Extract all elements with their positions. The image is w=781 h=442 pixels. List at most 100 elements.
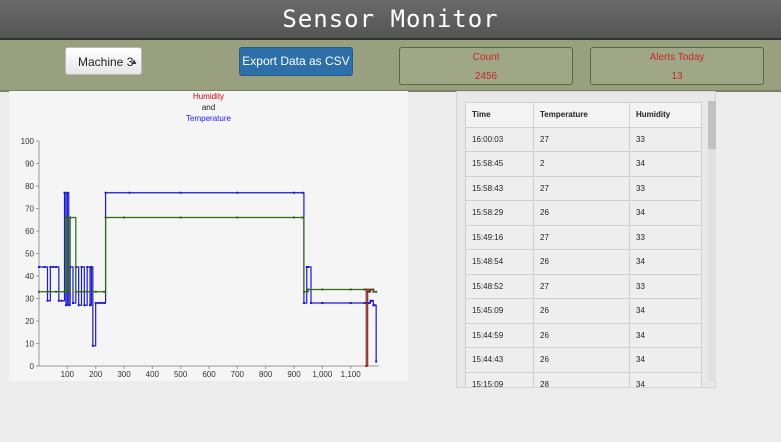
data-point — [363, 302, 366, 304]
data-point — [74, 290, 77, 293]
y-tick-label: 50 — [25, 250, 34, 259]
column-header-time[interactable]: Time — [465, 102, 534, 128]
cell-humidity: 33 — [629, 126, 702, 152]
legend-and: and — [201, 103, 216, 112]
x-tick-label: 600 — [202, 370, 216, 379]
data-point — [179, 191, 182, 194]
data-point — [236, 216, 239, 219]
table-row[interactable]: 15:45:09 26 34 — [465, 298, 702, 324]
data-point — [375, 290, 378, 293]
table-row[interactable]: 15:58:45 2 34 — [465, 151, 702, 177]
table-row[interactable]: 15:44:59 26 34 — [465, 322, 702, 348]
x-tick-label: 500 — [174, 370, 188, 379]
data-point — [69, 216, 72, 219]
readings-table: Time Temperature Humidity 16:00:03 27 33 15… — [465, 102, 702, 387]
data-point — [310, 302, 312, 304]
data-point — [55, 290, 57, 293]
count-panel: Count 2456 — [399, 47, 573, 85]
data-point — [77, 304, 80, 307]
chevron-down-icon: ▲ — [130, 57, 138, 66]
x-tick-label: 700 — [231, 370, 245, 379]
scrollbar-thumb[interactable] — [708, 101, 716, 149]
column-header-temperature[interactable]: Temperature — [533, 102, 630, 128]
table-row[interactable]: 15:58:29 26 34 — [465, 200, 702, 226]
cell-temperature: 27 — [533, 175, 630, 201]
cell-temperature: 26 — [533, 200, 630, 226]
table-row[interactable]: 15:44:43 26 34 — [465, 347, 702, 373]
table-row[interactable]: 15:48:54 26 34 — [465, 249, 702, 275]
data-point — [64, 216, 67, 219]
data-point — [321, 288, 324, 291]
cell-time: 15:15:09 — [465, 371, 534, 387]
cell-time: 15:48:52 — [465, 273, 534, 299]
alerts-panel: Alerts Today 13 — [590, 47, 764, 85]
cell-time: 15:44:43 — [465, 347, 534, 373]
data-point — [307, 266, 310, 268]
data-point — [128, 191, 131, 194]
toolbar: Machine 3 ▲ Export Data as CSV Count 245… — [0, 40, 781, 92]
data-point — [94, 290, 97, 293]
data-point — [321, 302, 324, 304]
table-row[interactable]: 16:00:03 27 33 — [465, 126, 702, 152]
cell-humidity: 33 — [629, 273, 702, 299]
x-tick-label: 400 — [146, 370, 160, 379]
data-point — [80, 290, 83, 293]
data-point — [302, 302, 305, 304]
data-point — [94, 302, 97, 304]
data-point — [349, 288, 352, 291]
data-point — [43, 266, 46, 268]
data-point — [372, 288, 375, 291]
cell-humidity: 34 — [629, 347, 702, 373]
cell-temperature: 26 — [533, 322, 630, 348]
cell-time: 15:58:29 — [465, 200, 534, 226]
data-point — [179, 216, 182, 219]
data-point — [80, 266, 83, 268]
data-point — [66, 290, 69, 293]
cell-temperature: 26 — [533, 249, 630, 275]
data-point — [349, 302, 352, 304]
data-point — [368, 302, 371, 304]
table-row[interactable]: 15:48:52 27 33 — [465, 273, 702, 299]
cell-humidity: 33 — [629, 175, 702, 201]
cell-temperature: 28 — [533, 371, 630, 387]
data-point — [365, 365, 368, 367]
alerts-label: Alerts Today — [649, 52, 705, 63]
machine-select-value: Machine 3 — [78, 55, 134, 69]
cell-temperature: 27 — [533, 273, 630, 299]
column-header-humidity[interactable]: Humidity — [629, 102, 702, 128]
data-point — [57, 299, 60, 302]
data-point — [373, 304, 376, 307]
legend-humidity: Humidity — [192, 92, 225, 101]
data-point — [302, 290, 305, 293]
cell-temperature: 26 — [533, 298, 630, 324]
chart-legend: Humidity and Temperature — [9, 91, 408, 124]
data-point — [46, 290, 49, 293]
table-row[interactable]: 15:58:43 27 33 — [465, 175, 702, 201]
data-point — [370, 299, 373, 302]
y-tick-label: 80 — [25, 182, 34, 191]
data-point — [363, 288, 366, 291]
cell-humidity: 34 — [629, 249, 702, 275]
data-point — [60, 299, 63, 302]
export-csv-button[interactable]: Export Data as CSV — [239, 47, 353, 76]
alerts-value: 13 — [671, 71, 683, 82]
x-tick-label: 900 — [287, 370, 301, 379]
data-point — [55, 266, 57, 268]
data-point — [90, 266, 93, 268]
data-point — [372, 290, 375, 293]
y-tick-label: 100 — [21, 137, 35, 146]
legend-temperature: Temperature — [186, 114, 231, 123]
table-row[interactable]: 15:49:16 27 33 — [465, 224, 702, 250]
machine-select[interactable]: Machine 3 ▲ — [65, 47, 142, 75]
table-row[interactable]: 15:15:09 28 34 — [465, 371, 702, 387]
table-header-row: Time Temperature Humidity — [465, 102, 702, 128]
data-point — [46, 299, 49, 302]
cell-temperature: 26 — [533, 347, 630, 373]
data-point — [301, 191, 304, 194]
cell-time: 15:58:45 — [465, 151, 534, 177]
cell-humidity: 34 — [629, 371, 702, 387]
cell-time: 15:48:54 — [465, 249, 534, 275]
cell-time: 16:00:03 — [465, 126, 534, 152]
cell-time: 15:45:09 — [465, 298, 534, 324]
table-scrollbar[interactable] — [708, 101, 716, 381]
